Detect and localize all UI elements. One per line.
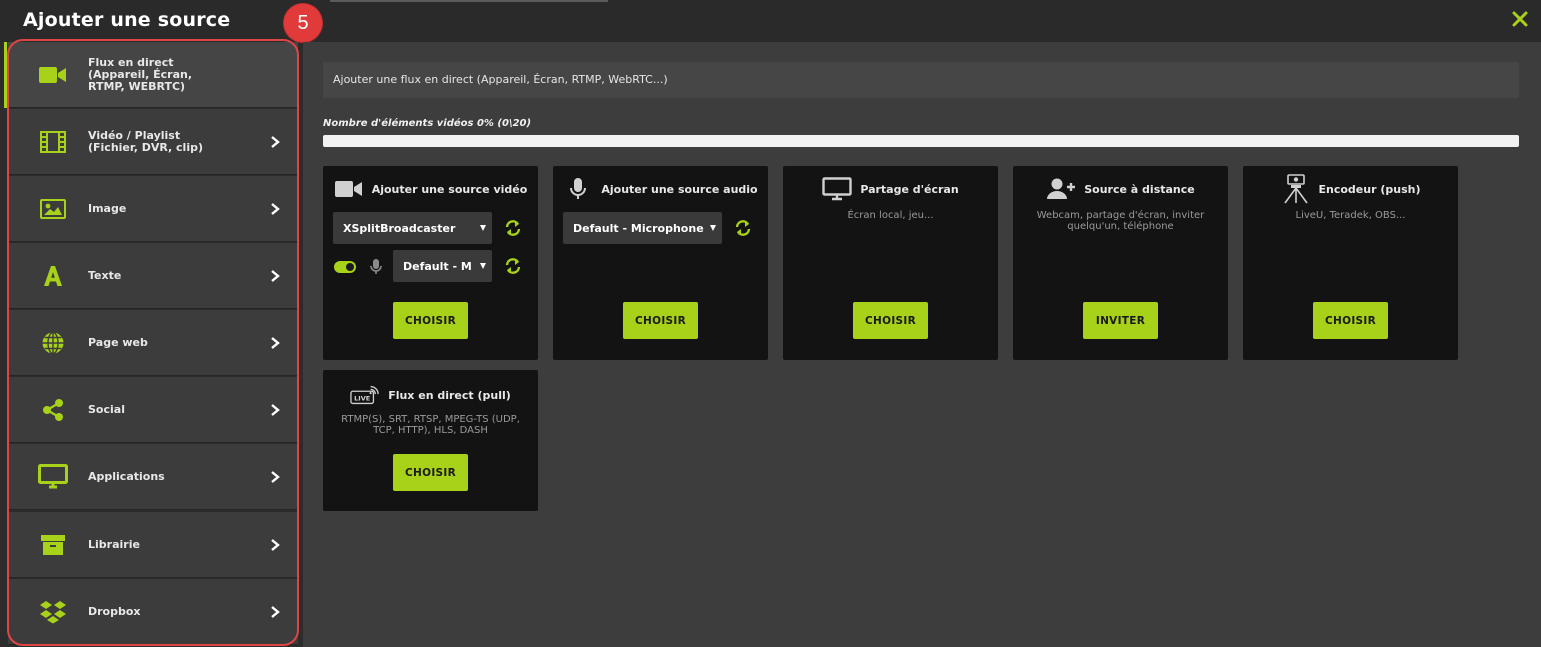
invite-button[interactable]: INVITER bbox=[1083, 302, 1158, 339]
main-panel: Ajouter une flux en direct (Appareil, Éc… bbox=[303, 42, 1541, 647]
sidebar-item-video-playlist[interactable]: Vidéo / Playlist (Fichier, DVR, clip) bbox=[8, 109, 298, 175]
refresh-icon[interactable] bbox=[504, 257, 522, 275]
video-count-label: Nombre d'éléments vidéos 0% (0\20) bbox=[323, 118, 532, 129]
card-header: LIVE Flux en direct (pull) bbox=[323, 384, 538, 406]
monitor-icon bbox=[822, 177, 853, 201]
sidebar-item-label: Page web bbox=[88, 336, 148, 349]
card-video-source: Ajouter une source vidéo XSplitBroadcast… bbox=[323, 166, 538, 360]
step-badge: 5 bbox=[284, 4, 322, 42]
chevron-right-icon bbox=[271, 136, 280, 148]
film-icon bbox=[38, 129, 68, 155]
sidebar-item-web-page[interactable]: Page web bbox=[8, 310, 298, 376]
card-header: Ajouter une source vidéo bbox=[323, 178, 538, 200]
chevron-right-icon bbox=[271, 539, 280, 551]
choose-audio-button[interactable]: CHOISIR bbox=[623, 302, 698, 339]
select-value: Default - Microphone bbox=[573, 221, 704, 235]
monitor-icon bbox=[38, 464, 68, 490]
choose-encoder-button[interactable]: CHOISIR bbox=[1313, 302, 1388, 339]
microphone-icon bbox=[563, 178, 593, 200]
image-icon bbox=[38, 196, 68, 222]
microphone-select[interactable]: Default - Microphone bbox=[563, 212, 722, 244]
sidebar-item-applications[interactable]: Applications bbox=[8, 444, 298, 510]
add-source-dialog: Ajouter une source Flux en direct (Appar… bbox=[0, 0, 1541, 647]
select-value: XSplitBroadcaster bbox=[343, 221, 456, 235]
video-device-select[interactable]: XSplitBroadcaster bbox=[333, 212, 492, 244]
dialog-title: Ajouter une source bbox=[23, 9, 231, 31]
card-live-pull: LIVE Flux en direct (pull) RTMP(S), SRT,… bbox=[323, 370, 538, 511]
caret-down-icon bbox=[710, 225, 716, 231]
share-icon bbox=[38, 397, 68, 423]
dropbox-icon bbox=[38, 599, 68, 625]
close-icon[interactable] bbox=[1511, 10, 1529, 28]
sidebar-item-label: Dropbox bbox=[88, 605, 141, 618]
sidebar-item-label: Social bbox=[88, 403, 125, 416]
source-sidebar: Flux en direct (Appareil, Écran, RTMP, W… bbox=[0, 42, 303, 647]
card-audio-source: Ajouter une source audio Default - Micro… bbox=[553, 166, 768, 360]
card-title: Encodeur (push) bbox=[1318, 182, 1421, 196]
chevron-right-icon bbox=[271, 270, 280, 282]
chevron-right-icon bbox=[271, 471, 280, 483]
card-title: Flux en direct (pull) bbox=[388, 388, 511, 402]
choose-screen-button[interactable]: CHOISIR bbox=[853, 302, 928, 339]
add-user-icon bbox=[1046, 178, 1076, 200]
refresh-icon[interactable] bbox=[734, 219, 752, 237]
card-description: Écran local, jeu... bbox=[847, 210, 934, 221]
refresh-icon[interactable] bbox=[504, 219, 522, 237]
toggle-knob bbox=[346, 263, 354, 271]
chevron-right-icon bbox=[271, 606, 280, 618]
text-icon bbox=[38, 263, 68, 289]
sidebar-item-label: Image bbox=[88, 202, 127, 215]
card-screen-share: Partage d'écran Écran local, jeu... CHOI… bbox=[783, 166, 998, 360]
card-header: Encodeur (push) bbox=[1243, 174, 1458, 204]
card-remote-source: Source à distance Webcam, partage d'écra… bbox=[1013, 166, 1228, 360]
caret-down-icon bbox=[480, 225, 486, 231]
card-title: Partage d'écran bbox=[860, 182, 959, 196]
active-indicator bbox=[4, 42, 7, 108]
card-header: Partage d'écran bbox=[783, 177, 998, 201]
sidebar-item-label: Vidéo / Playlist (Fichier, DVR, clip) bbox=[88, 129, 204, 154]
microphone-icon bbox=[370, 259, 382, 274]
sidebar-item-label: Applications bbox=[88, 470, 165, 483]
chevron-right-icon bbox=[271, 337, 280, 349]
sidebar-item-text[interactable]: Texte bbox=[8, 243, 298, 309]
dialog-header: Ajouter une source bbox=[0, 0, 1541, 42]
card-header: Ajouter une source audio bbox=[553, 178, 768, 200]
card-description: LiveU, Teradek, OBS... bbox=[1295, 210, 1406, 221]
sidebar-item-dropbox[interactable]: Dropbox bbox=[8, 579, 298, 645]
caret-down-icon bbox=[480, 263, 486, 269]
card-title: Source à distance bbox=[1084, 182, 1195, 196]
video-camera-icon bbox=[334, 178, 364, 200]
sidebar-item-label: Texte bbox=[88, 269, 122, 282]
sidebar-item-label: Librairie bbox=[88, 538, 140, 551]
choose-video-button[interactable]: CHOISIR bbox=[393, 302, 468, 339]
sidebar-item-live-stream[interactable]: Flux en direct (Appareil, Écran, RTMP, W… bbox=[8, 42, 298, 108]
section-banner: Ajouter une flux en direct (Appareil, Éc… bbox=[323, 62, 1519, 98]
globe-icon bbox=[38, 330, 68, 356]
sidebar-item-social[interactable]: Social bbox=[8, 377, 298, 443]
video-count-progress bbox=[323, 135, 1519, 147]
choose-pull-button[interactable]: CHOISIR bbox=[393, 454, 468, 491]
video-camera-icon bbox=[38, 62, 68, 88]
chevron-right-icon bbox=[271, 404, 280, 416]
card-title: Ajouter une source vidéo bbox=[371, 182, 528, 196]
card-description: RTMP(S), SRT, RTSP, MPEG-TS (UDP, TCP, H… bbox=[341, 414, 520, 436]
archive-icon bbox=[38, 532, 68, 558]
audio-toggle[interactable] bbox=[334, 261, 356, 273]
sidebar-item-library[interactable]: Librairie bbox=[8, 512, 298, 578]
live-icon-text: LIVE bbox=[354, 395, 370, 403]
select-value: Default - M bbox=[403, 259, 472, 273]
sidebar-item-image[interactable]: Image bbox=[8, 176, 298, 242]
card-encoder: Encodeur (push) LiveU, Teradek, OBS... C… bbox=[1243, 166, 1458, 360]
chevron-right-icon bbox=[271, 203, 280, 215]
audio-device-select[interactable]: Default - M bbox=[393, 250, 492, 282]
top-strip bbox=[330, 0, 608, 2]
card-description: Webcam, partage d'écran, inviter quelqu'… bbox=[1036, 210, 1205, 232]
card-title: Ajouter une source audio bbox=[601, 182, 758, 196]
card-header: Source à distance bbox=[1013, 178, 1228, 200]
tripod-camera-icon bbox=[1281, 174, 1311, 204]
live-icon: LIVE bbox=[350, 384, 380, 406]
sidebar-item-label: Flux en direct (Appareil, Écran, RTMP, W… bbox=[88, 56, 193, 93]
